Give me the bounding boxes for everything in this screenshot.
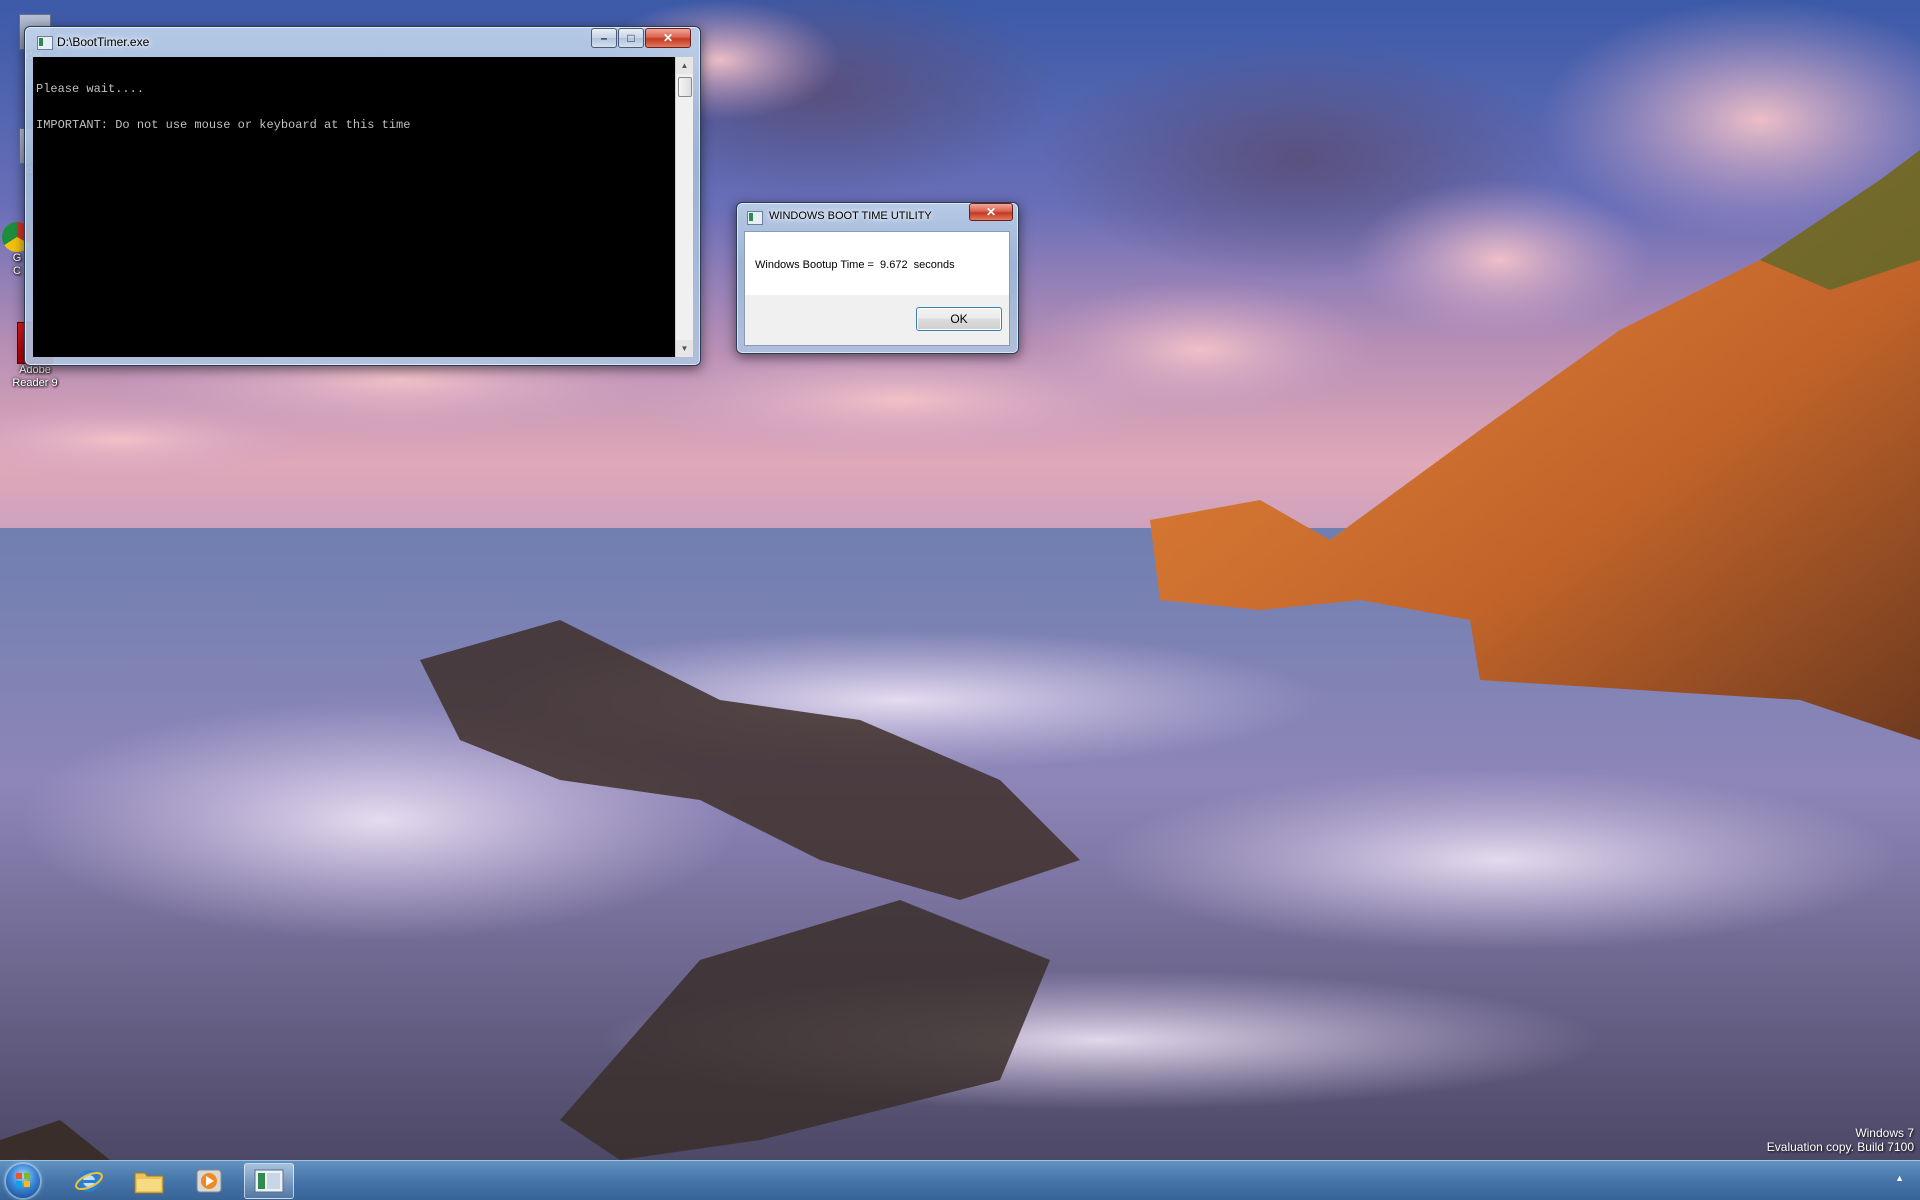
console-line: Please wait....: [36, 82, 145, 96]
taskbar-boottimer-button[interactable]: [244, 1163, 294, 1199]
watermark-os: Windows 7: [1855, 1126, 1914, 1140]
show-hidden-icons-button[interactable]: ▲: [1895, 1173, 1904, 1183]
boottimer-console-window[interactable]: D:\BootTimer.exe – □ ✕ Please wait.... I…: [24, 26, 701, 366]
maximize-button[interactable]: □: [618, 28, 644, 48]
watermark-build: Evaluation copy. Build 7100: [1766, 1140, 1914, 1154]
console-line: IMPORTANT: Do not use mouse or keyboard …: [36, 118, 411, 132]
internet-explorer-icon: [75, 1170, 103, 1192]
console-app-icon: [254, 1169, 284, 1193]
dialog-title: WINDOWS BOOT TIME UTILITY: [769, 210, 932, 222]
minimize-button[interactable]: –: [591, 28, 617, 48]
folder-icon: [134, 1172, 164, 1194]
build-watermark: Windows 7 Evaluation copy. Build 7100: [1767, 1126, 1914, 1154]
desktop-icon-label: Adobe Reader 9: [12, 364, 58, 389]
console-output[interactable]: Please wait.... IMPORTANT: Do not use mo…: [33, 57, 675, 357]
media-player-icon: [196, 1169, 222, 1193]
dialog-content: Windows Bootup Time = 9.672 seconds OK: [744, 231, 1010, 346]
scroll-up-arrow-icon[interactable]: ▲: [676, 57, 693, 74]
taskbar-media-player-button[interactable]: [184, 1163, 234, 1199]
boot-time-dialog[interactable]: WINDOWS BOOT TIME UTILITY ✕ Windows Boot…: [736, 202, 1019, 354]
taskbar-explorer-button[interactable]: [124, 1163, 174, 1199]
ok-button[interactable]: OK: [916, 307, 1002, 331]
dialog-app-icon: [747, 211, 763, 225]
windows-logo-icon: [16, 1173, 30, 1187]
window-title: D:\BootTimer.exe: [57, 35, 150, 49]
scroll-thumb[interactable]: [678, 77, 692, 97]
start-button[interactable]: [6, 1164, 40, 1198]
scroll-down-arrow-icon[interactable]: ▼: [676, 340, 693, 357]
vertical-scrollbar[interactable]: ▲ ▼: [675, 57, 693, 357]
taskbar-ie-button[interactable]: [64, 1163, 114, 1199]
console-app-icon: [37, 36, 53, 50]
dialog-button-area: OK: [745, 295, 1009, 345]
taskbar: ▲: [0, 1160, 1920, 1200]
bootup-time-message: Windows Bootup Time = 9.672 seconds: [755, 259, 955, 271]
dialog-close-button[interactable]: ✕: [969, 203, 1013, 221]
close-button[interactable]: ✕: [645, 28, 691, 48]
